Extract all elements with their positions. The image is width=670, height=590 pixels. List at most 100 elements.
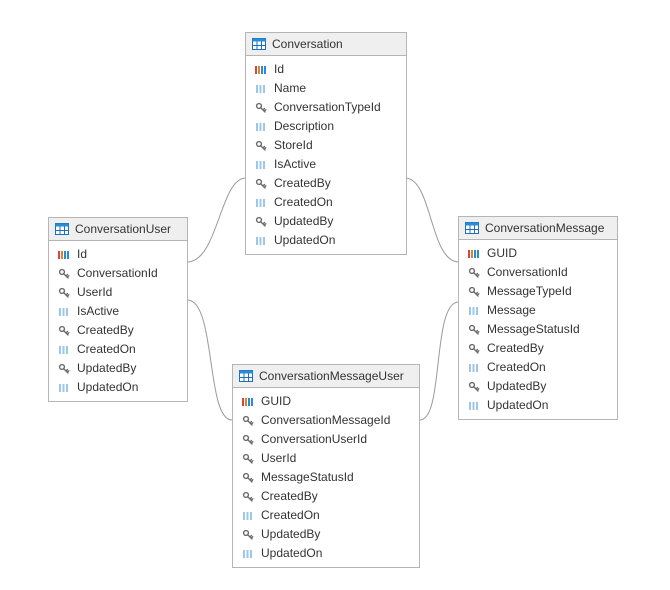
column-row[interactable]: UpdatedBy — [246, 212, 406, 231]
column-icon — [254, 159, 268, 171]
column-label: MessageStatusId — [261, 470, 354, 485]
foreign-key-icon — [467, 286, 481, 298]
column-icon — [467, 400, 481, 412]
column-row[interactable]: CreatedBy — [233, 487, 419, 506]
column-row[interactable]: UserId — [49, 283, 187, 302]
entity-table-body: Id ConversationId UserId IsActive CreatedBy C… — [49, 241, 187, 401]
column-row[interactable]: IsActive — [49, 302, 187, 321]
foreign-key-icon — [241, 529, 255, 541]
column-label: UpdatedOn — [274, 233, 335, 248]
entity-table[interactable]: Conversation Id Name ConversationTypeId Desc… — [245, 32, 407, 255]
column-row[interactable]: Name — [246, 79, 406, 98]
column-row[interactable]: CreatedBy — [49, 321, 187, 340]
entity-table-title: ConversationMessageUser — [259, 369, 404, 383]
column-icon — [241, 548, 255, 560]
column-row[interactable]: ConversationId — [459, 263, 617, 282]
column-label: CreatedBy — [77, 323, 134, 338]
column-label: GUID — [261, 394, 291, 409]
foreign-key-icon — [241, 491, 255, 503]
column-label: UserId — [77, 285, 112, 300]
column-icon — [57, 382, 71, 394]
entity-table-header[interactable]: ConversationMessage — [459, 217, 617, 240]
column-icon — [254, 235, 268, 247]
column-row[interactable]: ConversationMessageId — [233, 411, 419, 430]
column-row[interactable]: Description — [246, 117, 406, 136]
column-icon — [467, 362, 481, 374]
column-label: UpdatedOn — [77, 380, 138, 395]
entity-table-title: ConversationUser — [75, 222, 171, 236]
entity-table-header[interactable]: ConversationMessageUser — [233, 365, 419, 388]
column-row[interactable]: ConversationUserId — [233, 430, 419, 449]
relationship-connector — [188, 300, 232, 420]
column-row[interactable]: UpdatedOn — [49, 378, 187, 397]
relationship-connector — [188, 178, 245, 262]
foreign-key-icon — [467, 324, 481, 336]
column-row[interactable]: CreatedOn — [246, 193, 406, 212]
column-row[interactable]: Id — [49, 245, 187, 264]
foreign-key-icon — [57, 363, 71, 375]
entity-table-header[interactable]: Conversation — [246, 33, 406, 56]
column-row[interactable]: UpdatedOn — [459, 396, 617, 415]
column-row[interactable]: UpdatedBy — [459, 377, 617, 396]
entity-table[interactable]: ConversationMessage GUID ConversationId Mes… — [458, 216, 618, 420]
entity-table[interactable]: ConversationMessageUser GUID ConversationM… — [232, 364, 420, 568]
entity-table-body: GUID ConversationMessageId ConversationUse… — [233, 388, 419, 567]
column-row[interactable]: UserId — [233, 449, 419, 468]
column-row[interactable]: CreatedBy — [459, 339, 617, 358]
column-row[interactable]: ConversationId — [49, 264, 187, 283]
column-icon — [467, 305, 481, 317]
column-row[interactable]: CreatedOn — [49, 340, 187, 359]
entity-table-header[interactable]: ConversationUser — [49, 218, 187, 241]
foreign-key-icon — [57, 325, 71, 337]
column-label: UpdatedBy — [487, 379, 546, 394]
column-label: CreatedOn — [274, 195, 333, 210]
column-row[interactable]: UpdatedBy — [49, 359, 187, 378]
column-row[interactable]: ConversationTypeId — [246, 98, 406, 117]
column-row[interactable]: MessageStatusId — [459, 320, 617, 339]
column-row[interactable]: UpdatedOn — [246, 231, 406, 250]
column-icon — [254, 83, 268, 95]
column-label: ConversationTypeId — [274, 100, 381, 115]
foreign-key-icon — [254, 178, 268, 190]
entity-table-body: GUID ConversationId MessageTypeIdMessage Me… — [459, 240, 617, 419]
column-row[interactable]: Message — [459, 301, 617, 320]
table-icon — [465, 222, 479, 234]
column-label: Id — [274, 62, 284, 77]
column-row[interactable]: UpdatedOn — [233, 544, 419, 563]
column-row[interactable]: MessageStatusId — [233, 468, 419, 487]
column-label: ConversationUserId — [261, 432, 367, 447]
foreign-key-icon — [254, 216, 268, 228]
column-label: MessageStatusId — [487, 322, 580, 337]
entity-table[interactable]: ConversationUser Id ConversationId UserId Is… — [48, 217, 188, 402]
column-label: Id — [77, 247, 87, 262]
foreign-key-icon — [467, 267, 481, 279]
foreign-key-icon — [241, 472, 255, 484]
foreign-key-icon — [467, 343, 481, 355]
primary-key-icon — [467, 248, 481, 260]
column-row[interactable]: Id — [246, 60, 406, 79]
column-row[interactable]: StoreId — [246, 136, 406, 155]
relationship-connector — [406, 178, 458, 262]
column-label: CreatedOn — [487, 360, 546, 375]
column-row[interactable]: UpdatedBy — [233, 525, 419, 544]
table-icon — [239, 370, 253, 382]
column-label: UpdatedBy — [274, 214, 333, 229]
column-icon — [57, 344, 71, 356]
primary-key-icon — [241, 396, 255, 408]
column-label: Description — [274, 119, 334, 134]
column-label: UpdatedOn — [487, 398, 548, 413]
column-row[interactable]: IsActive — [246, 155, 406, 174]
column-row[interactable]: CreatedBy — [246, 174, 406, 193]
entity-table-body: Id Name ConversationTypeId Description Store… — [246, 56, 406, 254]
column-label: IsActive — [274, 157, 316, 172]
column-row[interactable]: MessageTypeId — [459, 282, 617, 301]
column-label: CreatedBy — [274, 176, 331, 191]
column-row[interactable]: CreatedOn — [233, 506, 419, 525]
column-label: CreatedBy — [261, 489, 318, 504]
column-row[interactable]: CreatedOn — [459, 358, 617, 377]
foreign-key-icon — [57, 268, 71, 280]
column-row[interactable]: GUID — [233, 392, 419, 411]
column-label: ConversationId — [487, 265, 568, 280]
column-icon — [254, 121, 268, 133]
column-row[interactable]: GUID — [459, 244, 617, 263]
